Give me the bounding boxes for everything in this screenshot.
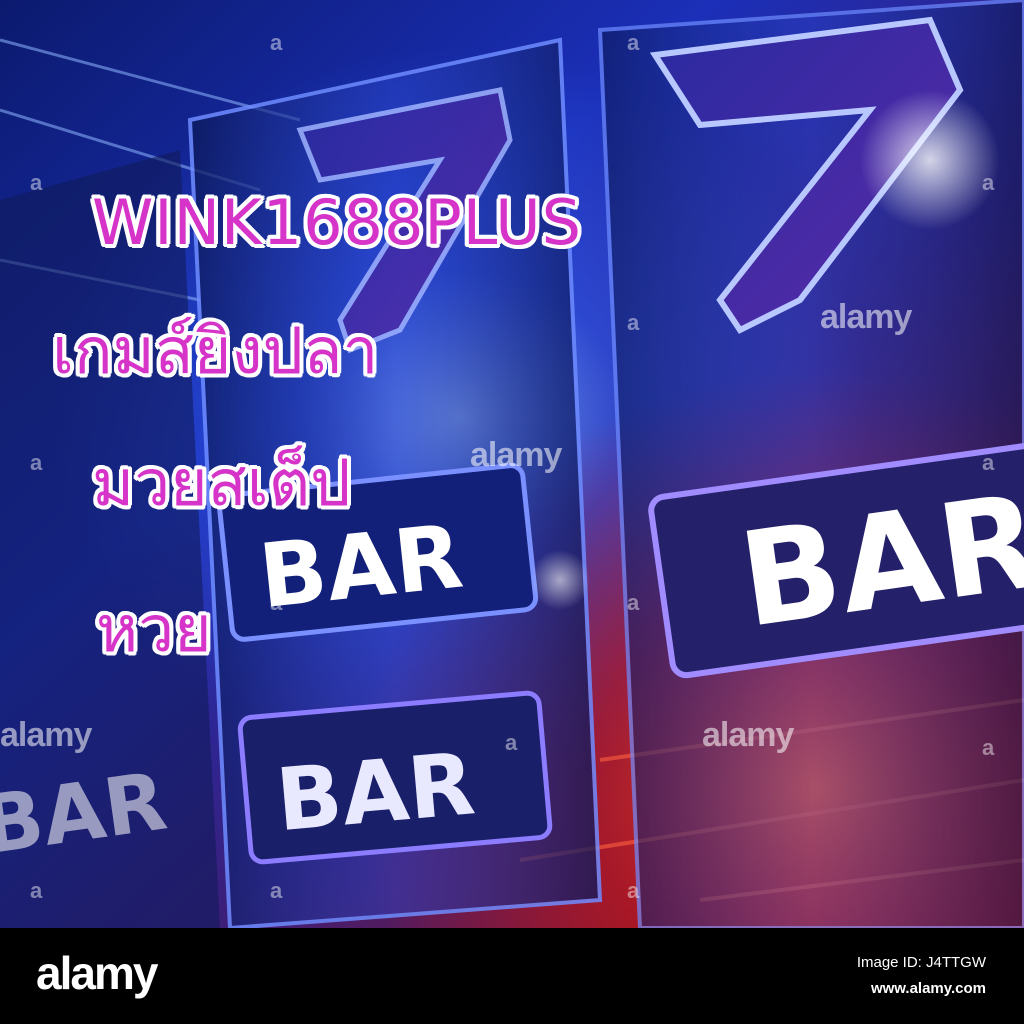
overlay-line-lottery: หวย [96, 593, 212, 667]
watermark-alamy: alamy [820, 298, 912, 336]
headline-wink1688plus: WINK1688PLUS [92, 186, 582, 259]
alamy-logo: alamy [36, 947, 158, 999]
watermark-alamy: alamy [0, 716, 92, 754]
watermark-alamy: alamy [470, 436, 562, 474]
watermark-letter: a [627, 590, 640, 615]
watermark-letter: a [30, 878, 43, 903]
watermark-letter: a [505, 730, 518, 755]
slot-machine-photo: BAR BAR BAR BAR alamy alamy alamy alamy … [0, 0, 1024, 928]
site-url: www.alamy.com [870, 980, 986, 997]
watermark-letter: a [270, 590, 283, 615]
overlay-line-boxing-step: มวยสเต็ป [92, 447, 351, 521]
watermark-letter: a [30, 450, 43, 475]
watermark-letter: a [627, 30, 640, 55]
watermark-letter: a [30, 170, 43, 195]
stock-footer-bar: alamy Image ID: J4TTGW www.alamy.com [0, 928, 1024, 1024]
watermark-letter: a [627, 878, 640, 903]
watermark-alamy: alamy [702, 716, 794, 754]
watermark-letter: a [627, 310, 640, 335]
bar-symbol-lower: BAR [237, 690, 553, 865]
watermark-letter: a [982, 170, 995, 195]
bar-label-lower: BAR [272, 734, 478, 851]
overlay-line-fish-shooting-game: เกมส์ยิงปลา [52, 315, 379, 389]
light-flare [860, 90, 1000, 230]
watermark-letter: a [982, 735, 995, 760]
watermark-letter: a [982, 450, 995, 475]
watermark-letter: a [270, 878, 283, 903]
image-id: Image ID: J4TTGW [856, 954, 986, 971]
watermark-letter: a [270, 30, 283, 55]
